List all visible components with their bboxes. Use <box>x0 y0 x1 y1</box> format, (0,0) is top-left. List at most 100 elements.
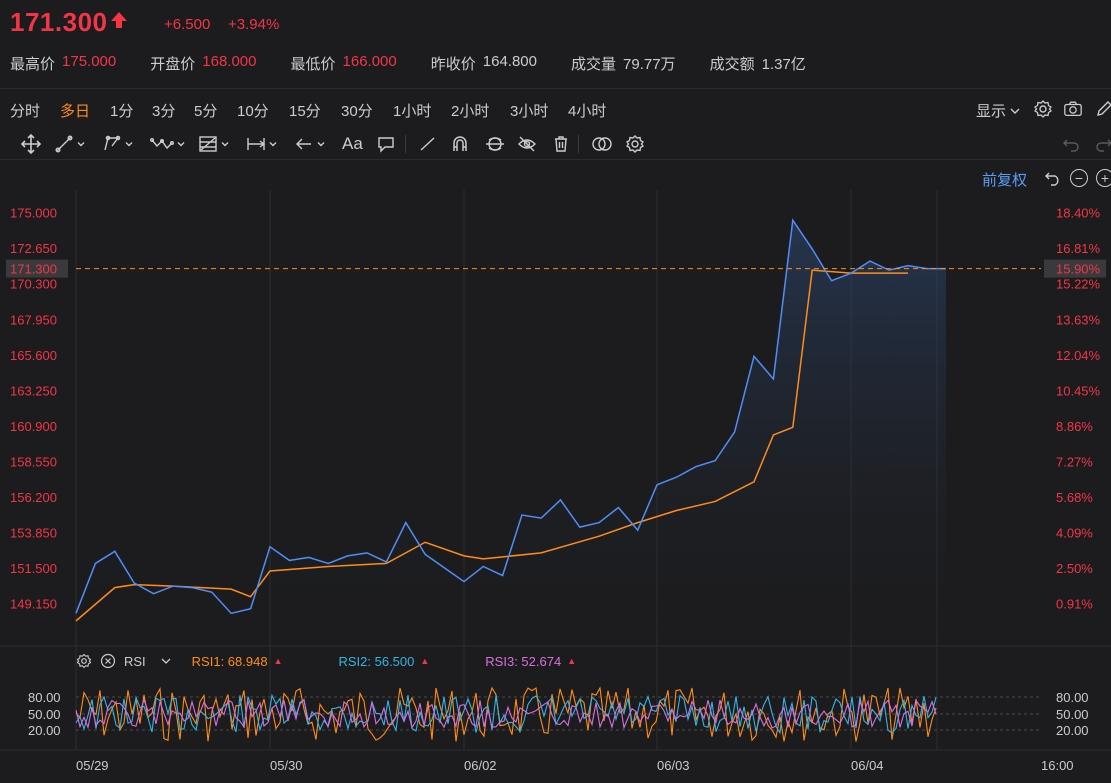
timeframe-tab[interactable]: 30分 <box>341 100 373 121</box>
stat-label: 成交额 <box>709 56 755 73</box>
hide-drawings-icon[interactable] <box>517 134 537 154</box>
close-icon[interactable] <box>100 653 116 669</box>
fibonacci-tool[interactable] <box>198 134 229 154</box>
stat-value: 79.77万 <box>623 56 676 73</box>
y-tick-label: 172.650 <box>10 241 57 256</box>
x-tick-label: 05/29 <box>76 758 109 773</box>
timeframe-tab[interactable]: 4小时 <box>568 100 606 121</box>
arrow-tool[interactable] <box>294 134 325 154</box>
y-tick-label: 163.250 <box>10 383 57 398</box>
polyline-tool[interactable] <box>102 134 133 154</box>
pct-tick-label: 15.22% <box>1056 277 1101 292</box>
pct-tick-label: 2.50% <box>1056 561 1093 576</box>
stat-value: 1.37亿 <box>761 56 806 73</box>
rsi-level-label: 50.00 <box>1056 707 1089 722</box>
triangle-up-icon: ▲ <box>273 656 283 666</box>
timeframe-tab[interactable]: 分时 <box>10 100 40 121</box>
current-pct-label: 15.90% <box>1056 262 1101 277</box>
pct-tick-label: 16.81% <box>1056 241 1101 256</box>
pct-tick-label: 4.09% <box>1056 525 1093 540</box>
arrow-left-icon <box>296 138 311 150</box>
undo-icon[interactable] <box>1061 134 1081 154</box>
pct-tick-label: 5.68% <box>1056 490 1093 505</box>
comment-icon[interactable] <box>376 134 396 154</box>
chevron-down-icon <box>77 142 85 147</box>
price-chart[interactable]: 175.000 172.650 170.300 167.950 165.600 163.2… <box>0 160 1111 783</box>
pct-tick-label: 8.86% <box>1056 419 1093 434</box>
chart-settings-icon[interactable] <box>625 134 645 154</box>
triangle-up-icon: ▲ <box>420 656 430 666</box>
magnet-icon[interactable] <box>450 134 470 154</box>
timeframe-tab[interactable]: 5分 <box>194 100 217 121</box>
pct-tick-label: 12.04% <box>1056 348 1101 363</box>
display-dropdown[interactable]: 显示 <box>976 100 1021 121</box>
chevron-down-icon <box>221 142 229 147</box>
settings-icon[interactable] <box>76 653 92 669</box>
rsi3-value: RSI3: 52.674 <box>485 653 562 669</box>
compare-icon[interactable] <box>590 134 614 154</box>
stat-label: 最高价 <box>10 56 56 73</box>
y-tick-label: 160.900 <box>10 419 57 434</box>
pct-tick-label: 7.27% <box>1056 454 1093 469</box>
x-tick-label: 06/02 <box>464 758 497 773</box>
stat-low: 最低价 166.000 <box>291 53 397 74</box>
stat-prev-close: 昨收价 164.800 <box>431 53 537 74</box>
timeframe-tab-active[interactable]: 多日 <box>60 100 90 121</box>
timeframe-tab[interactable]: 1分 <box>110 100 133 121</box>
timeframe-tab[interactable]: 3分 <box>152 100 175 121</box>
stat-value: 168.000 <box>202 53 257 70</box>
measure-tool[interactable] <box>246 134 277 154</box>
x-tick-label: 06/03 <box>657 758 690 773</box>
chevron-down-icon <box>125 142 133 147</box>
quote-header: 171.300 +6.500 +3.94% 最高价 175.000 开盘价 168.… <box>0 0 1111 88</box>
trend-line-tool[interactable] <box>54 134 85 154</box>
pen-draw-icon[interactable] <box>418 134 438 154</box>
triangle-up-icon: ▲ <box>567 656 577 666</box>
stat-value: 175.000 <box>62 53 117 70</box>
stat-high: 最高价 175.000 <box>10 53 116 74</box>
chevron-down-icon <box>317 142 325 147</box>
text-tool-icon[interactable]: Aa <box>342 134 363 154</box>
rsi-level-label: 80.00 <box>1056 690 1089 705</box>
pct-tick-label: 13.63% <box>1056 312 1101 327</box>
pencil-icon[interactable] <box>1094 99 1111 119</box>
chevron-down-icon <box>177 142 185 147</box>
quote-stats: 最高价 175.000 开盘价 168.000 最低价 166.000 昨收价 164.… <box>10 53 840 74</box>
trash-icon[interactable] <box>551 134 571 154</box>
chart-area[interactable]: 前复权 − + 175.000 172.650 170.300 167.950 165.… <box>0 160 1111 783</box>
wave-tool[interactable] <box>150 134 185 154</box>
redo-icon[interactable] <box>1094 134 1111 154</box>
wave-pattern-icon <box>150 137 174 150</box>
timeframe-tab[interactable]: 1小时 <box>393 100 431 121</box>
timeframe-tab[interactable]: 2小时 <box>451 100 489 121</box>
chevron-down-icon[interactable] <box>160 655 172 667</box>
stat-value: 164.800 <box>482 53 537 70</box>
move-cross-icon[interactable] <box>20 133 42 155</box>
stat-label: 昨收价 <box>430 56 476 73</box>
x-tick-label: 16:00 <box>1041 758 1074 773</box>
up-arrow-icon <box>109 10 129 36</box>
camera-icon[interactable] <box>1063 99 1083 119</box>
stat-label: 最低价 <box>290 56 336 73</box>
y-tick-label: 158.550 <box>10 454 57 469</box>
y-tick-label: 167.950 <box>10 312 57 327</box>
y-tick-label: 170.300 <box>10 277 57 292</box>
y-tick-label: 149.150 <box>10 596 57 611</box>
settings-icon[interactable] <box>1033 99 1053 119</box>
rsi-level-label: 20.00 <box>1056 723 1089 738</box>
price-change: +6.500 <box>164 16 211 33</box>
timeframe-tab[interactable]: 3小时 <box>510 100 548 121</box>
stat-value: 166.000 <box>342 53 397 70</box>
stat-label: 成交量 <box>571 56 617 73</box>
polyline-icon <box>104 135 121 151</box>
lock-drawings-icon[interactable] <box>484 134 506 154</box>
last-price: 171.300 <box>10 7 129 38</box>
pct-tick-label: 10.45% <box>1056 383 1101 398</box>
stat-turnover: 成交额 1.37亿 <box>710 53 806 74</box>
y-tick-label: 156.200 <box>10 490 57 505</box>
trend-line-icon <box>55 135 73 153</box>
timeframe-tab[interactable]: 10分 <box>237 100 269 121</box>
pct-tick-label: 18.40% <box>1056 206 1101 221</box>
timeframe-tab[interactable]: 15分 <box>289 100 321 121</box>
toolbar-divider <box>405 135 406 153</box>
